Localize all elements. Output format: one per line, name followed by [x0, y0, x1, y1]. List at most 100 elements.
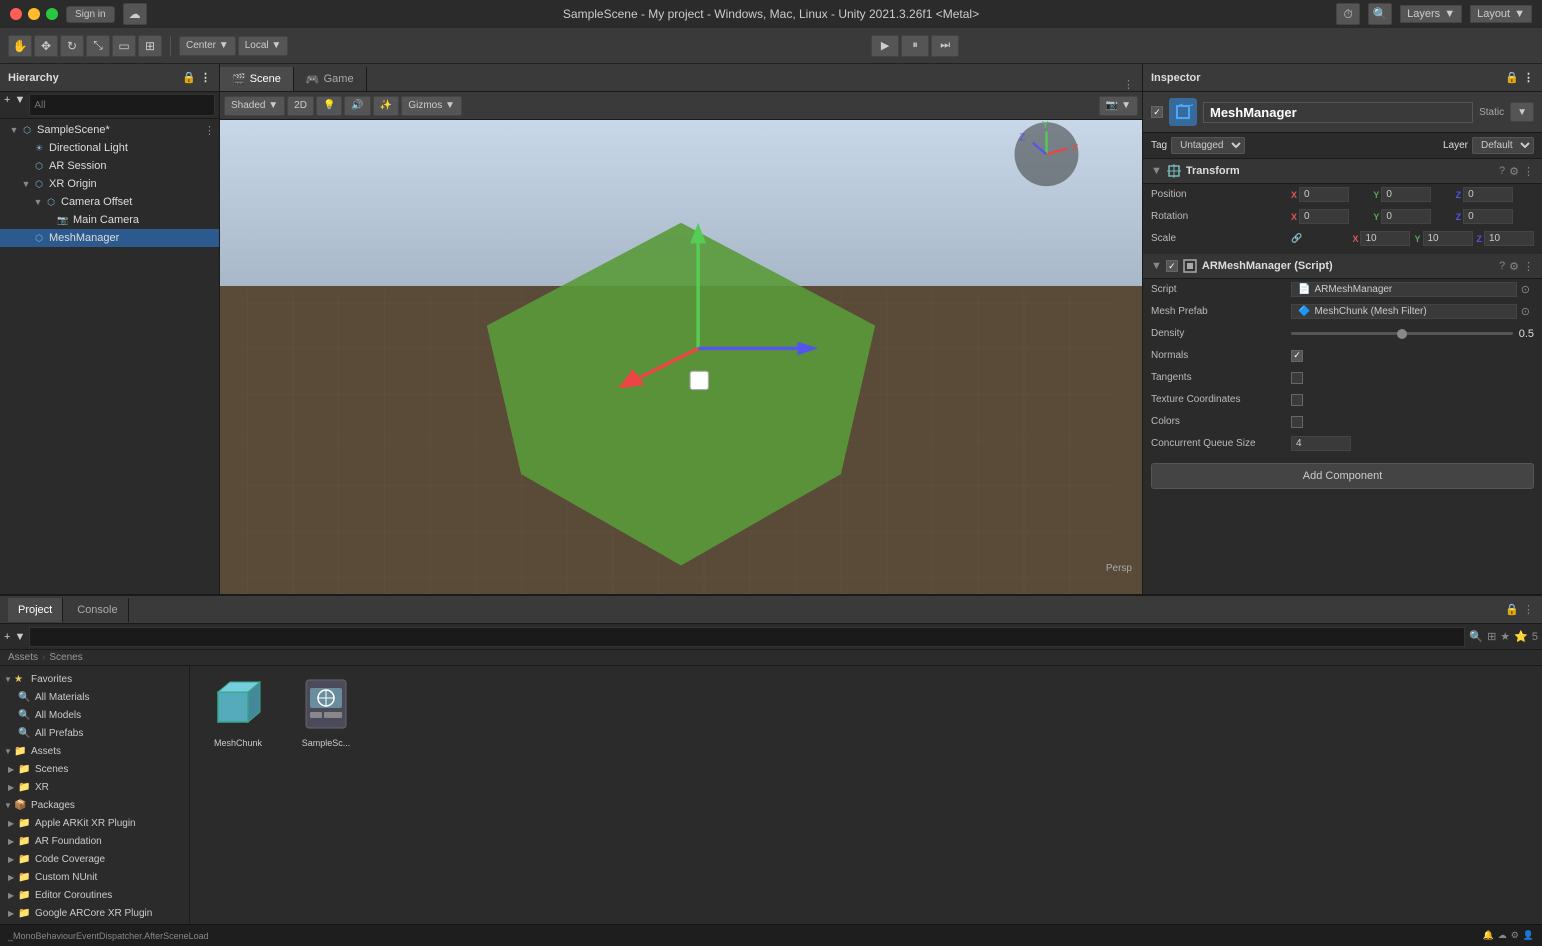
- inspector-menu-icon[interactable]: ⋮: [1523, 71, 1534, 84]
- add-arrow-icon[interactable]: ▼: [14, 631, 25, 643]
- scene-tab[interactable]: 🎬 Scene: [220, 67, 294, 91]
- hand-tool-button[interactable]: ✋: [8, 35, 32, 57]
- light-button[interactable]: 💡: [316, 96, 342, 116]
- cloud-icon[interactable]: ☁: [123, 3, 147, 25]
- transform-component-header[interactable]: ▼ Transform ? ⚙ ⋮: [1143, 159, 1542, 184]
- fx-button[interactable]: ✨: [373, 96, 399, 116]
- collab-icon[interactable]: ☁: [1498, 930, 1507, 941]
- all-prefabs-item[interactable]: 🔍 All Prefabs: [0, 724, 189, 742]
- asset-item-sample-scene[interactable]: SampleSc...: [286, 674, 366, 748]
- add-component-button[interactable]: Add Component: [1151, 463, 1534, 489]
- project-icons-btn[interactable]: ⊞: [1487, 630, 1496, 643]
- editor-coroutines-item[interactable]: ▶ 📁 Editor Coroutines: [0, 886, 189, 904]
- google-arcore-item[interactable]: ▶ 📁 Google ARCore XR Plugin: [0, 904, 189, 922]
- layout-dropdown[interactable]: Layout ▼: [1470, 5, 1532, 23]
- project-tab[interactable]: Project: [8, 598, 63, 622]
- hierarchy-filter-icon[interactable]: ▼: [14, 94, 25, 116]
- pos-z-input[interactable]: [1463, 187, 1513, 202]
- scale-z-input[interactable]: [1484, 231, 1534, 246]
- pivot-button[interactable]: Center ▼: [179, 36, 236, 56]
- xr-folder[interactable]: ▶ 📁 XR: [0, 778, 189, 796]
- mesh-prefab-field[interactable]: 🔷 MeshChunk (Mesh Filter): [1291, 304, 1517, 319]
- viewport-more-icon[interactable]: ⋮: [1115, 78, 1142, 91]
- twod-button[interactable]: 2D: [287, 96, 314, 116]
- hierarchy-item-main-camera[interactable]: 📷 Main Camera: [0, 211, 219, 229]
- hierarchy-item-mesh-manager[interactable]: ⬡ MeshManager: [0, 229, 219, 247]
- all-models-item[interactable]: 🔍 All Models: [0, 706, 189, 724]
- transform-more-icon[interactable]: ⋮: [1523, 165, 1534, 178]
- script-field[interactable]: 📄 ARMeshManager: [1291, 282, 1517, 297]
- minimize-button[interactable]: [28, 8, 40, 20]
- transform-tool-button[interactable]: ⊞: [138, 35, 162, 57]
- project-lock-icon[interactable]: 🔒: [1505, 603, 1519, 616]
- asset-item-mesh-chunk[interactable]: MeshChunk: [198, 674, 278, 748]
- rot-z-input[interactable]: [1463, 209, 1513, 224]
- game-tab[interactable]: 🎮 Game: [294, 67, 367, 91]
- mesh-prefab-pick-icon[interactable]: ⊙: [1517, 305, 1534, 318]
- scale-x-input[interactable]: [1360, 231, 1410, 246]
- project-fav-icon[interactable]: ⭐: [1514, 630, 1528, 643]
- rot-x-input[interactable]: [1299, 209, 1349, 224]
- console-tab[interactable]: Console: [67, 598, 128, 622]
- sign-in-button[interactable]: Sign in: [66, 6, 115, 23]
- pos-x-input[interactable]: [1299, 187, 1349, 202]
- hierarchy-menu-icon[interactable]: ⋮: [200, 71, 211, 84]
- inspector-lock-icon[interactable]: 🔒: [1505, 71, 1519, 84]
- scale-tool-button[interactable]: ⤡: [86, 35, 110, 57]
- hierarchy-item-samplescene[interactable]: ▼ ⬡ SampleScene* ⋮: [0, 121, 219, 139]
- hierarchy-item-camera-offset[interactable]: ▼ ⬡ Camera Offset: [0, 193, 219, 211]
- history-icon[interactable]: ⏱: [1336, 3, 1360, 25]
- all-materials-item[interactable]: 🔍 All Materials: [0, 688, 189, 706]
- queue-size-input[interactable]: [1291, 436, 1351, 451]
- breadcrumb-scenes[interactable]: Scenes: [49, 652, 82, 663]
- camera-button[interactable]: 📷 ▼: [1099, 96, 1138, 116]
- hierarchy-item-xr-origin[interactable]: ▼ ⬡ XR Origin: [0, 175, 219, 193]
- normals-checkbox[interactable]: [1291, 350, 1303, 362]
- tangents-checkbox[interactable]: [1291, 372, 1303, 384]
- assets-folder[interactable]: ▼ 📁 Assets: [0, 742, 189, 760]
- density-slider[interactable]: [1291, 332, 1513, 335]
- tex-coords-checkbox[interactable]: [1291, 394, 1303, 406]
- packages-folder[interactable]: ▼ 📦 Packages: [0, 796, 189, 814]
- hierarchy-item-directional-light[interactable]: ☀ Directional Light: [0, 139, 219, 157]
- tag-dropdown[interactable]: Untagged: [1171, 137, 1245, 154]
- ar-help-icon[interactable]: ?: [1499, 260, 1505, 272]
- shading-button[interactable]: Shaded ▼: [224, 96, 285, 116]
- breadcrumb-assets[interactable]: Assets: [8, 652, 38, 663]
- colors-checkbox[interactable]: [1291, 416, 1303, 428]
- hierarchy-add-icon[interactable]: +: [4, 94, 10, 116]
- services-icon[interactable]: ⚙: [1511, 930, 1519, 941]
- apple-arkit-item[interactable]: ▶ 📁 Apple ARKit XR Plugin: [0, 814, 189, 832]
- project-menu-icon[interactable]: ⋮: [1523, 603, 1534, 616]
- layer-dropdown[interactable]: Default: [1472, 137, 1534, 154]
- favorites-folder[interactable]: ▼ ★ Favorites: [0, 670, 189, 688]
- scale-y-input[interactable]: [1423, 231, 1473, 246]
- ar-more-icon[interactable]: ⋮: [1523, 260, 1534, 273]
- ar-settings-icon[interactable]: ⚙: [1509, 260, 1519, 273]
- play-button[interactable]: ▶: [871, 35, 899, 57]
- add-asset-icon[interactable]: +: [4, 631, 10, 643]
- rot-y-input[interactable]: [1381, 209, 1431, 224]
- ar-foundation-item[interactable]: ▶ 📁 AR Foundation: [0, 832, 189, 850]
- hierarchy-lock-icon[interactable]: 🔒: [182, 71, 196, 84]
- maximize-button[interactable]: [46, 8, 58, 20]
- hierarchy-menu-scene-icon[interactable]: ⋮: [204, 124, 215, 137]
- transform-help-icon[interactable]: ?: [1499, 165, 1505, 177]
- script-pick-icon[interactable]: ⊙: [1517, 283, 1534, 296]
- transform-settings-icon[interactable]: ⚙: [1509, 165, 1519, 178]
- static-dropdown[interactable]: ▼: [1510, 102, 1534, 122]
- viewport-canvas[interactable]: X Y Z Persp: [220, 120, 1142, 594]
- component-active-checkbox[interactable]: [1166, 260, 1178, 272]
- pos-y-input[interactable]: [1381, 187, 1431, 202]
- move-tool-button[interactable]: ✥: [34, 35, 58, 57]
- rect-tool-button[interactable]: ▭: [112, 35, 136, 57]
- project-filter-icon[interactable]: ★: [1500, 630, 1510, 643]
- audio-button[interactable]: 🔊: [344, 96, 370, 116]
- local-button[interactable]: Local ▼: [238, 36, 289, 56]
- custom-nunit-item[interactable]: ▶ 📁 Custom NUnit: [0, 868, 189, 886]
- notification-icon[interactable]: 🔔: [1482, 930, 1493, 941]
- code-coverage-item[interactable]: ▶ 📁 Code Coverage: [0, 850, 189, 868]
- hierarchy-search-input[interactable]: [29, 94, 215, 116]
- pause-button[interactable]: ⏸: [901, 35, 929, 57]
- project-search-input[interactable]: [29, 627, 1465, 647]
